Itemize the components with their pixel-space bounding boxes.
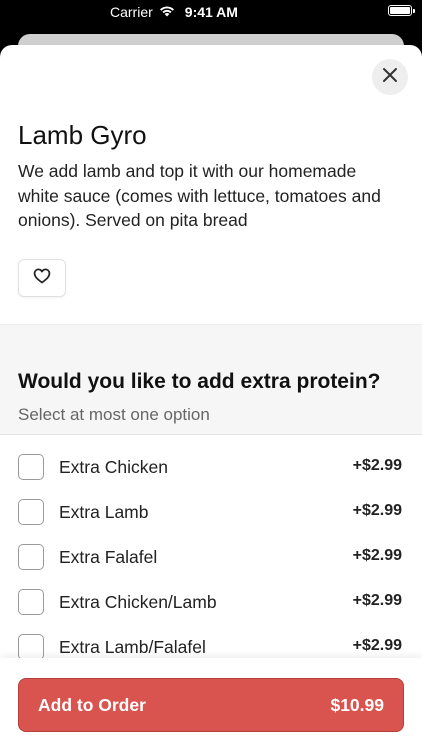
order-total: $10.99 bbox=[330, 695, 384, 715]
battery-icon bbox=[388, 5, 415, 16]
add-to-order-label: Add to Order bbox=[38, 695, 146, 715]
option-price: +$2.99 bbox=[352, 547, 402, 564]
close-icon bbox=[382, 67, 398, 88]
favorite-button[interactable] bbox=[18, 259, 66, 297]
heart-icon bbox=[33, 268, 51, 289]
option-row[interactable]: Extra Falafel +$2.99 bbox=[0, 535, 422, 580]
option-label: Extra Falafel bbox=[59, 547, 158, 567]
option-price: +$2.99 bbox=[352, 637, 402, 654]
option-row[interactable]: Extra Lamb +$2.99 bbox=[0, 490, 422, 535]
option-row[interactable]: Extra Chicken/Lamb +$2.99 bbox=[0, 580, 422, 625]
option-group-subtitle: Select at most one option bbox=[18, 405, 210, 424]
carrier-label: Carrier bbox=[110, 4, 153, 20]
option-label: Extra Lamb bbox=[59, 502, 149, 522]
option-checkbox[interactable] bbox=[18, 544, 44, 570]
option-price: +$2.99 bbox=[352, 592, 402, 609]
option-group-title: Would you like to add extra protein? bbox=[18, 370, 381, 393]
option-checkbox[interactable] bbox=[18, 454, 44, 480]
item-title: Lamb Gyro bbox=[18, 120, 147, 150]
option-price: +$2.99 bbox=[352, 502, 402, 519]
status-bar: Carrier 9:41 AM bbox=[0, 0, 422, 26]
option-group-header: Would you like to add extra protein? Sel… bbox=[0, 324, 422, 435]
option-row[interactable]: Extra Chicken +$2.99 bbox=[0, 445, 422, 490]
option-label: Extra Lamb/Falafel bbox=[59, 637, 206, 657]
close-button[interactable] bbox=[372, 59, 408, 95]
add-to-order-button[interactable]: Add to Order $10.99 bbox=[18, 678, 404, 732]
wifi-icon bbox=[159, 4, 175, 20]
option-checkbox[interactable] bbox=[18, 589, 44, 615]
option-label: Extra Chicken bbox=[59, 457, 168, 477]
time-label: 9:41 AM bbox=[184, 4, 238, 20]
item-description: We add lamb and top it with our homemade… bbox=[18, 161, 381, 230]
option-price: +$2.99 bbox=[352, 457, 402, 474]
option-checkbox[interactable] bbox=[18, 634, 44, 660]
option-list: Extra Chicken +$2.99 Extra Lamb +$2.99 E… bbox=[0, 445, 422, 670]
option-checkbox[interactable] bbox=[18, 499, 44, 525]
status-left: Carrier 9:41 AM bbox=[110, 4, 238, 20]
option-label: Extra Chicken/Lamb bbox=[59, 592, 217, 612]
item-sheet: Lamb Gyro We add lamb and top it with ou… bbox=[0, 45, 422, 750]
order-footer: Add to Order $10.99 bbox=[0, 658, 422, 750]
